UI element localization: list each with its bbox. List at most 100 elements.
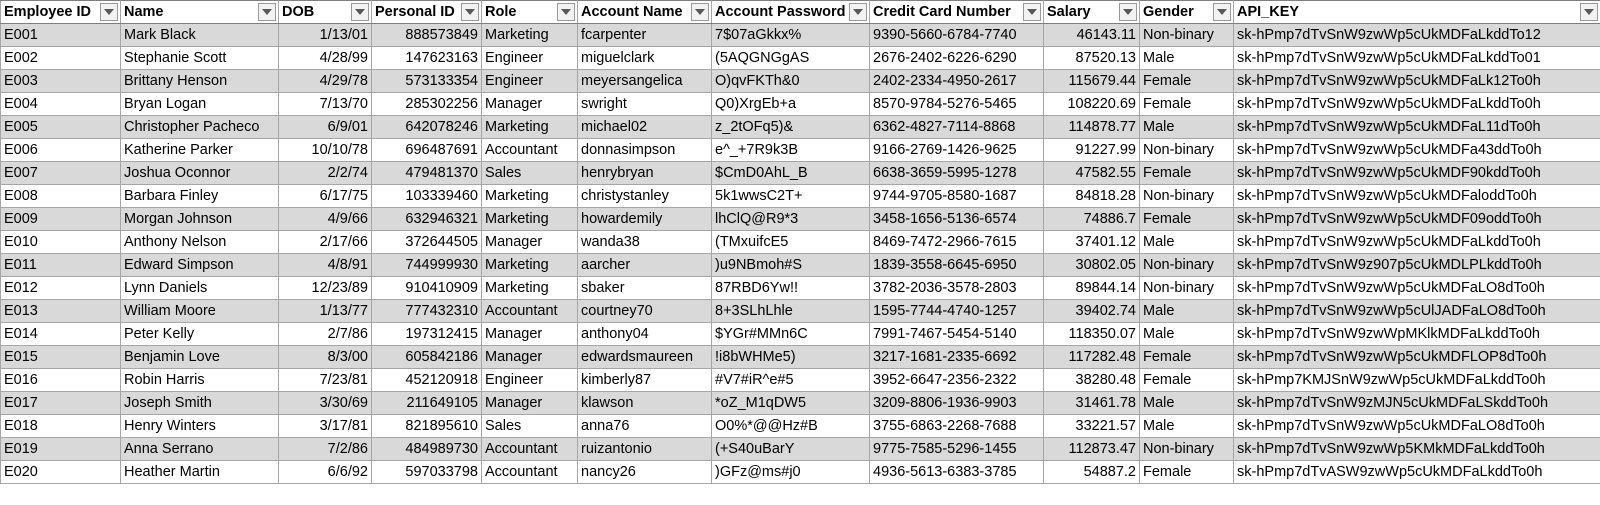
cell-employee-id[interactable]: E005: [0, 115, 121, 139]
cell-gender[interactable]: Female: [1139, 161, 1234, 185]
cell-name[interactable]: Peter Kelly: [120, 322, 279, 346]
cell-gender[interactable]: Non-binary: [1139, 23, 1234, 47]
cell-employee-id[interactable]: E020: [0, 460, 121, 484]
cell-role[interactable]: Manager: [481, 322, 578, 346]
cell-salary[interactable]: 89844.14: [1043, 276, 1140, 300]
cell-employee-id[interactable]: E006: [0, 138, 121, 162]
cell-account-name[interactable]: anna76: [577, 414, 712, 438]
cell-account-name[interactable]: klawson: [577, 391, 712, 415]
cell-role[interactable]: Marketing: [481, 115, 578, 139]
cell-account-password[interactable]: *oZ_M1qDW5: [711, 391, 870, 415]
column-header-gender[interactable]: Gender: [1139, 0, 1234, 24]
cell-employee-id[interactable]: E001: [0, 23, 121, 47]
cell-account-name[interactable]: howardemily: [577, 207, 712, 231]
cell-account-password[interactable]: 87RBD6Yw!!: [711, 276, 870, 300]
cell-personal-id[interactable]: 642078246: [371, 115, 482, 139]
column-header-api-key[interactable]: API_KEY: [1233, 0, 1600, 24]
cell-dob[interactable]: 2/17/66: [278, 230, 372, 254]
cell-name[interactable]: Brittany Henson: [120, 69, 279, 93]
cell-role[interactable]: Engineer: [481, 368, 578, 392]
cell-credit-card-number[interactable]: 3209-8806-1936-9903: [869, 391, 1044, 415]
cell-salary[interactable]: 117282.48: [1043, 345, 1140, 369]
cell-employee-id[interactable]: E018: [0, 414, 121, 438]
cell-gender[interactable]: Male: [1139, 299, 1234, 323]
cell-api-key[interactable]: sk-hPmp7dTvSnW9zwWp5cUkMDFaLk12To0h: [1233, 69, 1600, 93]
cell-salary[interactable]: 114878.77: [1043, 115, 1140, 139]
cell-employee-id[interactable]: E016: [0, 368, 121, 392]
cell-account-password[interactable]: )GFz@ms#j0: [711, 460, 870, 484]
cell-role[interactable]: Accountant: [481, 299, 578, 323]
cell-credit-card-number[interactable]: 6638-3659-5995-1278: [869, 161, 1044, 185]
cell-dob[interactable]: 4/8/91: [278, 253, 372, 277]
filter-dropdown-icon[interactable]: [691, 3, 709, 21]
cell-dob[interactable]: 7/23/81: [278, 368, 372, 392]
cell-name[interactable]: Anthony Nelson: [120, 230, 279, 254]
cell-personal-id[interactable]: 452120918: [371, 368, 482, 392]
cell-dob[interactable]: 3/30/69: [278, 391, 372, 415]
cell-role[interactable]: Accountant: [481, 138, 578, 162]
cell-name[interactable]: Joseph Smith: [120, 391, 279, 415]
cell-account-name[interactable]: michael02: [577, 115, 712, 139]
cell-name[interactable]: Robin Harris: [120, 368, 279, 392]
cell-role[interactable]: Marketing: [481, 207, 578, 231]
cell-personal-id[interactable]: 479481370: [371, 161, 482, 185]
cell-role[interactable]: Manager: [481, 345, 578, 369]
cell-dob[interactable]: 12/23/89: [278, 276, 372, 300]
cell-personal-id[interactable]: 744999930: [371, 253, 482, 277]
cell-credit-card-number[interactable]: 9166-2769-1426-9625: [869, 138, 1044, 162]
cell-salary[interactable]: 39402.74: [1043, 299, 1140, 323]
cell-gender[interactable]: Male: [1139, 46, 1234, 70]
cell-gender[interactable]: Female: [1139, 92, 1234, 116]
cell-employee-id[interactable]: E012: [0, 276, 121, 300]
column-header-employee-id[interactable]: Employee ID: [0, 0, 121, 24]
cell-api-key[interactable]: sk-hPmp7dTvSnW9zwWp5cUkMDFaLkddTo0h: [1233, 92, 1600, 116]
cell-role[interactable]: Engineer: [481, 46, 578, 70]
cell-role[interactable]: Manager: [481, 391, 578, 415]
cell-account-name[interactable]: nancy26: [577, 460, 712, 484]
cell-employee-id[interactable]: E011: [0, 253, 121, 277]
cell-account-password[interactable]: (TMxuifcE5: [711, 230, 870, 254]
cell-name[interactable]: Christopher Pacheco: [120, 115, 279, 139]
cell-gender[interactable]: Female: [1139, 460, 1234, 484]
column-header-role[interactable]: Role: [481, 0, 578, 24]
cell-account-password[interactable]: 7$07aGkkx%: [711, 23, 870, 47]
cell-credit-card-number[interactable]: 3952-6647-2356-2322: [869, 368, 1044, 392]
cell-name[interactable]: Heather Martin: [120, 460, 279, 484]
cell-employee-id[interactable]: E019: [0, 437, 121, 461]
cell-salary[interactable]: 84818.28: [1043, 184, 1140, 208]
cell-salary[interactable]: 33221.57: [1043, 414, 1140, 438]
column-header-credit-card-number[interactable]: Credit Card Number: [869, 0, 1044, 24]
cell-dob[interactable]: 7/2/86: [278, 437, 372, 461]
cell-dob[interactable]: 3/17/81: [278, 414, 372, 438]
cell-credit-card-number[interactable]: 7991-7467-5454-5140: [869, 322, 1044, 346]
cell-personal-id[interactable]: 821895610: [371, 414, 482, 438]
cell-api-key[interactable]: sk-hPmp7dTvSnW9zwWp5cUkMDFaLO8dTo0h: [1233, 276, 1600, 300]
cell-credit-card-number[interactable]: 3217-1681-2335-6692: [869, 345, 1044, 369]
cell-gender[interactable]: Male: [1139, 115, 1234, 139]
cell-personal-id[interactable]: 605842186: [371, 345, 482, 369]
cell-account-name[interactable]: aarcher: [577, 253, 712, 277]
cell-name[interactable]: Morgan Johnson: [120, 207, 279, 231]
cell-personal-id[interactable]: 888573849: [371, 23, 482, 47]
cell-personal-id[interactable]: 147623163: [371, 46, 482, 70]
cell-gender[interactable]: Female: [1139, 69, 1234, 93]
cell-api-key[interactable]: sk-hPmp7dTvSnW9zwWp5cUkMDFaloddTo0h: [1233, 184, 1600, 208]
cell-api-key[interactable]: sk-hPmp7dTvSnW9zwWp5cUkMDFaLO8dTo0h: [1233, 414, 1600, 438]
cell-credit-card-number[interactable]: 8469-7472-2966-7615: [869, 230, 1044, 254]
cell-gender[interactable]: Female: [1139, 207, 1234, 231]
cell-salary[interactable]: 54887.2: [1043, 460, 1140, 484]
cell-personal-id[interactable]: 285302256: [371, 92, 482, 116]
cell-api-key[interactable]: sk-hPmp7dTvSnW9zwWp5KMkMDFaLkddTo0h: [1233, 437, 1600, 461]
cell-role[interactable]: Marketing: [481, 23, 578, 47]
cell-salary[interactable]: 46143.11: [1043, 23, 1140, 47]
cell-personal-id[interactable]: 910410909: [371, 276, 482, 300]
cell-salary[interactable]: 74886.7: [1043, 207, 1140, 231]
cell-employee-id[interactable]: E002: [0, 46, 121, 70]
filter-dropdown-icon[interactable]: [351, 3, 369, 21]
cell-credit-card-number[interactable]: 2676-2402-6226-6290: [869, 46, 1044, 70]
filter-dropdown-icon[interactable]: [1119, 3, 1137, 21]
cell-gender[interactable]: Non-binary: [1139, 276, 1234, 300]
cell-employee-id[interactable]: E007: [0, 161, 121, 185]
cell-account-name[interactable]: christystanley: [577, 184, 712, 208]
cell-name[interactable]: Bryan Logan: [120, 92, 279, 116]
